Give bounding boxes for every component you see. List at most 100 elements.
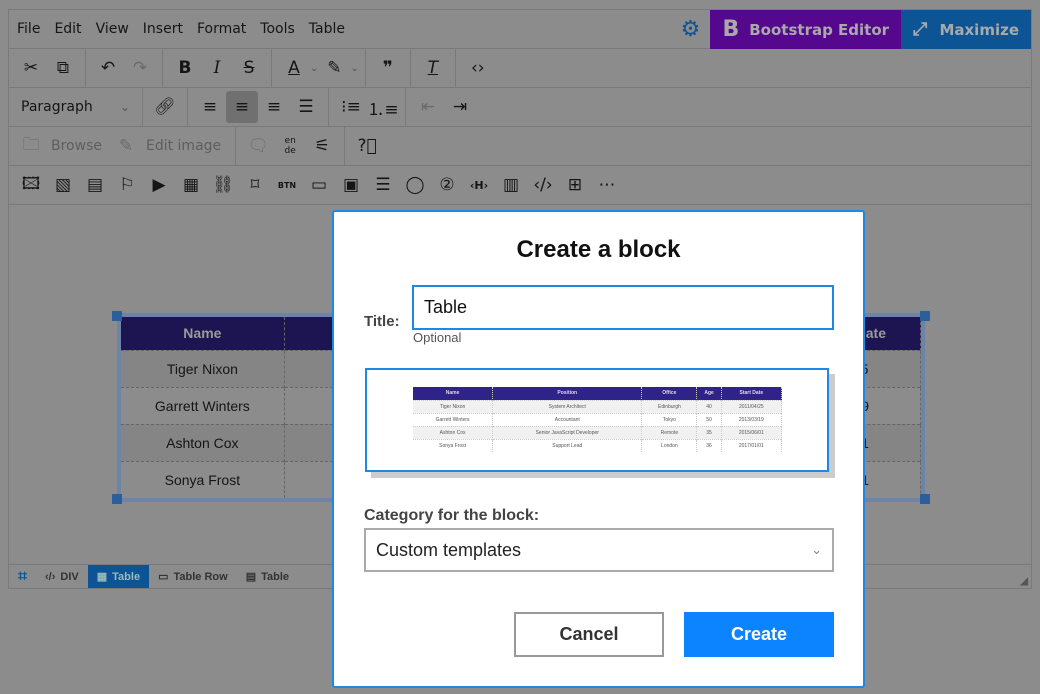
block-format-select[interactable]: Paragraph ⌄ [9,88,143,126]
speech-bubble-icon[interactable]: ◯ [399,169,431,201]
menubar: File Edit View Insert Format Tools Table… [9,10,1031,49]
bootstrap-editor-label: Bootstrap Editor [749,20,890,39]
edit-image-button[interactable]: Edit image [146,138,221,154]
menu-table[interactable]: Table [303,21,351,37]
menu-view[interactable]: View [90,21,135,37]
breadcrumb-table-cell[interactable]: ▤ Table [237,565,298,588]
toolbar-row-2: Paragraph ⌄ 🔗︎ ≡ ≡ ≡ ☰ ⁝≡ ⒈≡ ⇤ ⇥ [9,88,1031,127]
menu-tools[interactable]: Tools [254,21,301,37]
flag-icon[interactable]: ⚐ [111,169,143,201]
create-block-dialog: Create a block Title: Optional NamePosit… [332,210,865,688]
block-format-value: Paragraph [21,99,93,115]
maximize-icon: ⤢ [913,19,928,40]
outdent-icon[interactable]: ⇤ [412,91,444,123]
blockquote-icon[interactable]: ❞ [372,52,404,84]
menu-insert[interactable]: Insert [137,21,189,37]
cancel-button[interactable]: Cancel [514,612,664,657]
bootstrap-logo-icon: B [722,17,740,42]
align-left-icon[interactable]: ≡ [194,91,226,123]
toolbar-row-4: 🖾 ▧ ▤ ⚐ ▶ ▦ ⛓ ⌑ BTN ▭ ▣ ☰ ◯ ② ‹H› ▥ ‹/› ⊞ ⋯ [9,166,1031,205]
table-icon[interactable]: ▦ [175,169,207,201]
maximize-button[interactable]: ⤢ Maximize [901,10,1031,49]
table-cell-icon: ▤ [245,571,257,583]
resize-handle[interactable] [112,311,122,321]
image-icon[interactable]: 🖾 [15,169,47,201]
text-color-icon[interactable]: A [278,52,310,84]
preview-table: Name Position Office Age Start Date Tiger Ni… [413,387,783,452]
undo-icon[interactable]: ↶ [92,52,124,84]
heading-icon[interactable]: ‹H› [463,169,495,201]
badge-icon[interactable]: ② [431,169,463,201]
breadcrumb-div[interactable]: ‹/› DIV [36,565,88,588]
block-preview: Name Position Office Age Start Date Tiger Ni… [365,368,829,472]
jumbotron-icon[interactable]: ▣ [335,169,367,201]
breadcrumb-table[interactable]: ▦ Table [87,565,150,588]
align-justify-icon[interactable]: ☰ [290,91,322,123]
table-header: Name [121,317,285,350]
align-right-icon[interactable]: ≡ [258,91,290,123]
category-value: Custom templates [376,539,522,560]
maximize-label: Maximize [939,20,1019,39]
italic-icon[interactable]: I [201,52,233,84]
resize-handle[interactable] [112,494,122,504]
bold-icon[interactable]: B [169,52,201,84]
category-label: Category for the block: [364,507,540,524]
title-input[interactable] [412,285,834,330]
settings-bubble-icon[interactable]: ⚟ [306,130,338,162]
select-icon[interactable]: ⌗ [9,565,36,588]
gear-icon[interactable]: ⚙ [670,10,710,49]
code-icon: ‹/› [45,570,56,583]
dialog-title: Create a block [516,236,681,263]
menu-edit[interactable]: Edit [48,21,87,37]
edit-image-icon[interactable]: ✎ [110,130,142,162]
table-row-icon: ▭ [158,571,169,583]
breadcrumb-table-row[interactable]: ▭ Table Row [149,565,237,588]
browse-button[interactable]: Browse [51,138,102,154]
code-icon[interactable]: ‹› [462,52,494,84]
redo-icon[interactable]: ↷ [124,52,156,84]
help-icon[interactable]: ?⃝ [351,130,383,162]
create-button[interactable]: Create [684,612,834,657]
chevron-down-icon: ⌄ [811,542,822,557]
highlight-icon[interactable]: ✎ [318,52,350,84]
snippet-icon[interactable]: ▥ [495,169,527,201]
more-icon[interactable]: ⋯ [591,169,623,201]
translate-icon[interactable]: en de [274,130,306,162]
carousel-icon[interactable]: ▤ [79,169,111,201]
toolbar-row-3: 🗀 Browse ✎ Edit image 🗨 en de ⚟ ?⃝ [9,127,1031,166]
list-group-icon[interactable]: ☰ [367,169,399,201]
button-icon[interactable]: BTN [271,169,303,201]
resize-grip-icon[interactable]: ◢ [1020,576,1028,587]
chevron-down-icon[interactable]: ⌄ [310,63,318,74]
category-select[interactable]: Custom templates ⌄ [364,528,834,572]
indent-icon[interactable]: ⇥ [444,91,476,123]
qr-code-icon[interactable]: ⊞ [559,169,591,201]
table-icon: ▦ [96,571,108,583]
copy-icon[interactable]: ⧉ [47,52,79,84]
title-hint: Optional [413,330,462,345]
code-icon[interactable]: ‹/› [527,169,559,201]
chevron-down-icon: ⌄ [119,100,130,114]
title-label: Title: [364,313,400,330]
resize-handle[interactable] [920,494,930,504]
clear-format-icon[interactable]: T [417,52,449,84]
resize-handle[interactable] [920,311,930,321]
bootstrap-editor-button[interactable]: B Bootstrap Editor [710,10,902,49]
comments-icon[interactable]: 🗨 [242,130,274,162]
menu-format[interactable]: Format [191,21,252,37]
gallery-icon[interactable]: ▧ [47,169,79,201]
card-icon[interactable]: ▭ [303,169,335,201]
menu-file[interactable]: File [11,21,46,37]
bullet-list-icon[interactable]: ⁝≡ [335,91,367,123]
toolbar-row-1: ✂ ⧉ ↶ ↷ BIS A ⌄ ✎ ⌄ ❞ T ‹› [9,49,1031,88]
folder-icon[interactable]: 🗀 [15,130,47,162]
video-icon[interactable]: ▶ [143,169,175,201]
numbered-list-icon[interactable]: ⒈≡ [367,91,399,123]
bookmark-icon[interactable]: ⌑ [239,169,271,201]
cut-icon[interactable]: ✂ [15,52,47,84]
align-center-icon[interactable]: ≡ [226,91,258,123]
link-icon[interactable]: ⛓ [207,169,239,201]
strikethrough-icon[interactable]: S [233,52,265,84]
chevron-down-icon[interactable]: ⌄ [350,63,358,74]
link-icon[interactable]: 🔗︎ [149,91,181,123]
